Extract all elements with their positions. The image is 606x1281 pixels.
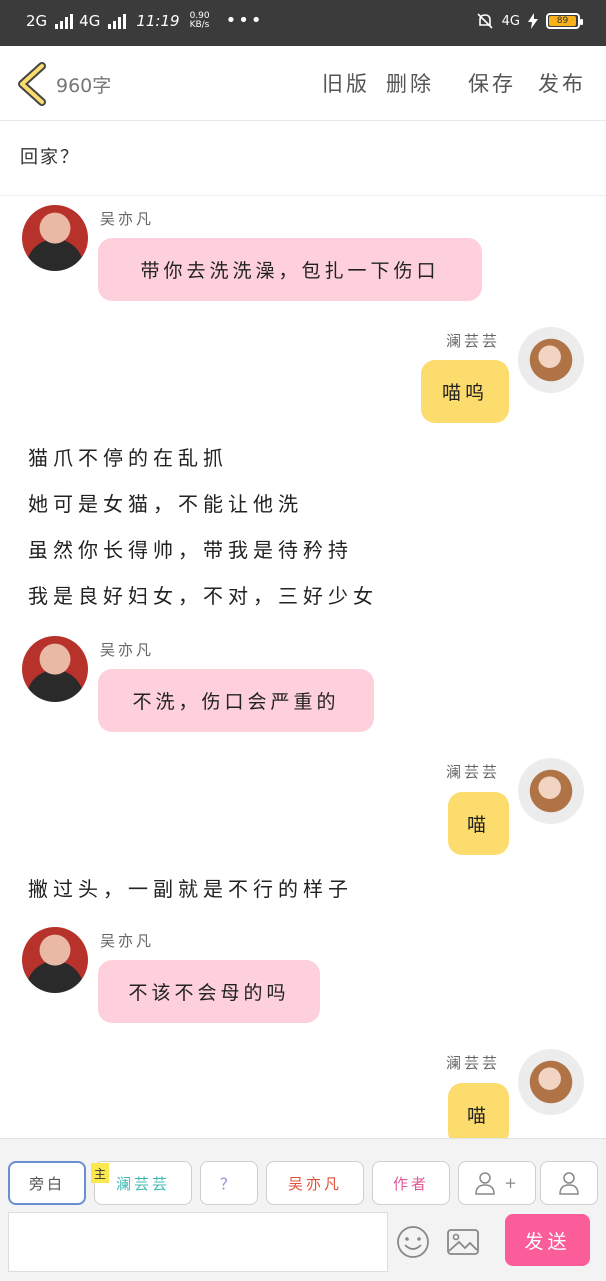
message-bubble-right[interactable]: 喵: [448, 1083, 509, 1146]
message-bubble-right[interactable]: 喵: [448, 792, 509, 855]
add-role-button[interactable]: +: [458, 1161, 536, 1205]
word-count: 960字: [56, 75, 112, 97]
role-chip-author[interactable]: 作者: [372, 1161, 450, 1205]
message-bubble-left[interactable]: 带你去洗洗澡，包扎一下伤口: [98, 238, 482, 301]
message-bubble-right[interactable]: 喵呜: [421, 360, 509, 423]
save-button[interactable]: 保存: [468, 68, 516, 98]
sender-name: 吴亦凡: [100, 641, 155, 659]
more-dots: •••: [225, 10, 264, 31]
narration-line[interactable]: 猫爪不停的在乱抓: [28, 442, 228, 471]
message-bubble-left[interactable]: 不洗，伤口会严重的: [98, 669, 374, 732]
main-role-badge: 主: [91, 1163, 109, 1183]
avatar-lanyunyun[interactable]: [518, 327, 584, 393]
narration-line[interactable]: 她可是女猫，不能让他洗: [28, 488, 303, 517]
publish-button[interactable]: 发布: [538, 68, 586, 98]
avatar-wuyifan[interactable]: [22, 205, 88, 271]
sender-name: 吴亦凡: [100, 210, 155, 228]
emoji-icon[interactable]: [395, 1224, 431, 1260]
sender-name: 澜芸芸: [446, 763, 501, 781]
mute-bell-icon: [477, 13, 493, 29]
network-2g: 2G: [26, 11, 48, 30]
role-chip-wuyifan[interactable]: 吴亦凡: [266, 1161, 364, 1205]
image-icon[interactable]: [445, 1224, 481, 1260]
sender-name: 吴亦凡: [100, 932, 155, 950]
lte-indicator: 4G: [501, 13, 520, 29]
status-bar: 2G 4G 11:19 0.90 KB/s ••• 4G 89: [0, 0, 606, 46]
narration-line[interactable]: 我是良好妇女，不对，三好少女: [28, 580, 378, 609]
plus-label: +: [504, 1174, 520, 1192]
sender-name: 澜芸芸: [446, 1054, 501, 1072]
user-add-icon: [475, 1172, 495, 1195]
top-nav: 960字 旧版 删除 保存 发布: [0, 46, 606, 121]
avatar-lanyunyun[interactable]: [518, 1049, 584, 1115]
role-chip-narration[interactable]: 旁白: [8, 1161, 86, 1205]
old-version-button[interactable]: 旧版: [322, 68, 370, 98]
narration-line[interactable]: 撇过头，一副就是不行的样子: [28, 873, 353, 902]
battery-icon: 89: [546, 13, 583, 29]
message-bubble-left[interactable]: 不该不会母的吗: [98, 960, 320, 1023]
user-icon: [559, 1172, 579, 1195]
message-input[interactable]: [8, 1212, 388, 1272]
signal-icon: [55, 13, 74, 29]
avatar-wuyifan[interactable]: [22, 636, 88, 702]
avatar-wuyifan[interactable]: [22, 927, 88, 993]
narration-line[interactable]: 虽然你长得帅，带我是待矜持: [28, 534, 353, 563]
clock: 11:19: [136, 11, 180, 30]
charging-icon: [528, 13, 538, 29]
network-4g: 4G: [79, 11, 101, 30]
battery-level: 89: [549, 16, 576, 26]
avatar-lanyunyun[interactable]: [518, 758, 584, 824]
sender-name: 澜芸芸: [446, 332, 501, 350]
delete-button[interactable]: 删除: [386, 68, 434, 98]
role-manage-button[interactable]: [540, 1161, 598, 1205]
back-icon[interactable]: [14, 62, 50, 106]
net-speed: 0.90 KB/s: [189, 10, 210, 30]
signal-icon: [108, 13, 127, 29]
send-button[interactable]: 发送: [505, 1214, 590, 1266]
chapter-title[interactable]: 回家？: [20, 143, 80, 169]
divider: [0, 195, 606, 196]
role-chip-unknown[interactable]: ？: [200, 1161, 258, 1205]
